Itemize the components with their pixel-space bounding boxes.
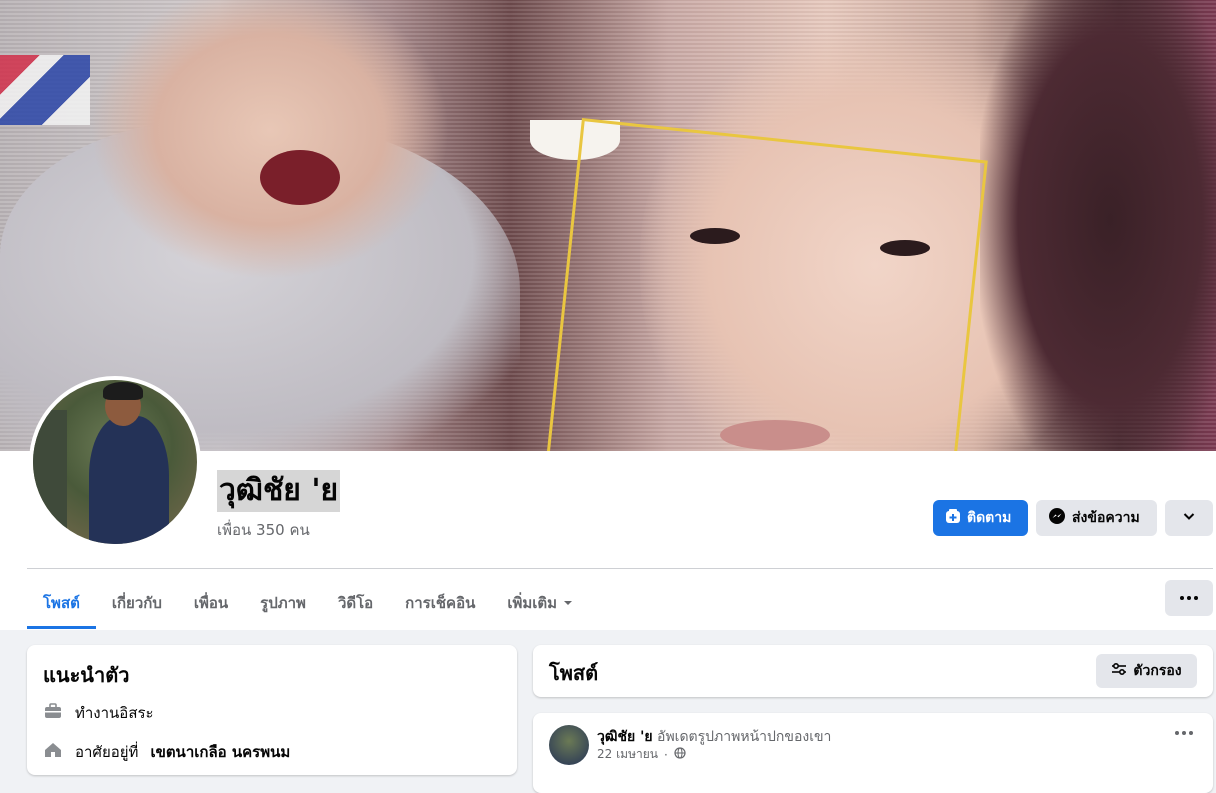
follow-label: ติดตาม bbox=[967, 510, 1012, 526]
tabs-divider bbox=[27, 568, 1213, 569]
tab-more[interactable]: เพิ่มเติม bbox=[491, 580, 589, 626]
friends-count[interactable]: เพื่อน 350 คน bbox=[217, 518, 310, 542]
globe-icon bbox=[674, 747, 686, 762]
profile-avatar[interactable] bbox=[29, 376, 201, 548]
message-button[interactable]: ส่งข้อความ bbox=[1036, 500, 1157, 536]
more-dots-icon bbox=[1175, 731, 1193, 735]
post-meta: 22 เมษายน · bbox=[597, 745, 686, 764]
intro-title: แนะนำตัว bbox=[43, 663, 130, 687]
intro-lives-in: อาศัยอยู่ที่ เขตนาเกลือ นครพนม bbox=[43, 740, 290, 764]
post-action-text: อัพเดตรูปภาพหน้าปกของเขา bbox=[657, 729, 832, 745]
face-detection-frame bbox=[543, 118, 988, 451]
tab-photos[interactable]: รูปภาพ bbox=[244, 580, 322, 626]
post-author-avatar[interactable] bbox=[549, 725, 589, 765]
briefcase-icon bbox=[43, 701, 63, 725]
add-follow-icon bbox=[945, 508, 961, 528]
sliders-icon bbox=[1111, 661, 1127, 681]
tabs-overflow-button[interactable] bbox=[1165, 580, 1213, 616]
more-dots-icon bbox=[1180, 596, 1198, 600]
follow-button[interactable]: ติดตาม bbox=[933, 500, 1028, 536]
tab-checkins[interactable]: การเช็คอิน bbox=[389, 580, 491, 626]
profile-name: วุฒิชัย 'ย bbox=[217, 470, 341, 512]
post-author-name[interactable]: วุฒิชัย 'ย bbox=[597, 729, 653, 745]
post-options-button[interactable] bbox=[1175, 731, 1193, 735]
profile-tabs: โพสต์ เกี่ยวกับ เพื่อน รูปภาพ วิดีโอ การ… bbox=[27, 580, 589, 630]
posts-header-card: โพสต์ ตัวกรอง bbox=[533, 645, 1213, 697]
home-icon bbox=[43, 740, 63, 764]
tab-posts[interactable]: โพสต์ bbox=[27, 580, 96, 629]
intro-work: ทำงานอิสระ bbox=[43, 701, 154, 725]
message-label: ส่งข้อความ bbox=[1072, 510, 1140, 526]
intro-card: แนะนำตัว ทำงานอิสระ อาศัยอยู่ที่ เขตนาเก… bbox=[27, 645, 517, 775]
intro-location-link[interactable]: เขตนาเกลือ นครพนม bbox=[150, 740, 290, 764]
tab-videos[interactable]: วิดีโอ bbox=[322, 580, 389, 626]
posts-title: โพสต์ bbox=[549, 661, 599, 685]
post-date[interactable]: 22 เมษายน bbox=[597, 745, 658, 764]
tab-friends[interactable]: เพื่อน bbox=[178, 580, 244, 626]
cover-photo[interactable] bbox=[0, 0, 1216, 451]
caret-down-icon bbox=[563, 594, 573, 612]
tab-about[interactable]: เกี่ยวกับ bbox=[96, 580, 178, 626]
filter-button[interactable]: ตัวกรอง bbox=[1096, 654, 1197, 688]
messenger-icon bbox=[1048, 507, 1066, 529]
post-card: วุฒิชัย 'ย อัพเดตรูปภาพหน้าปกของเขา 22 เ… bbox=[533, 713, 1213, 793]
chevron-down-icon bbox=[1182, 509, 1196, 527]
profile-options-button[interactable] bbox=[1165, 500, 1213, 536]
